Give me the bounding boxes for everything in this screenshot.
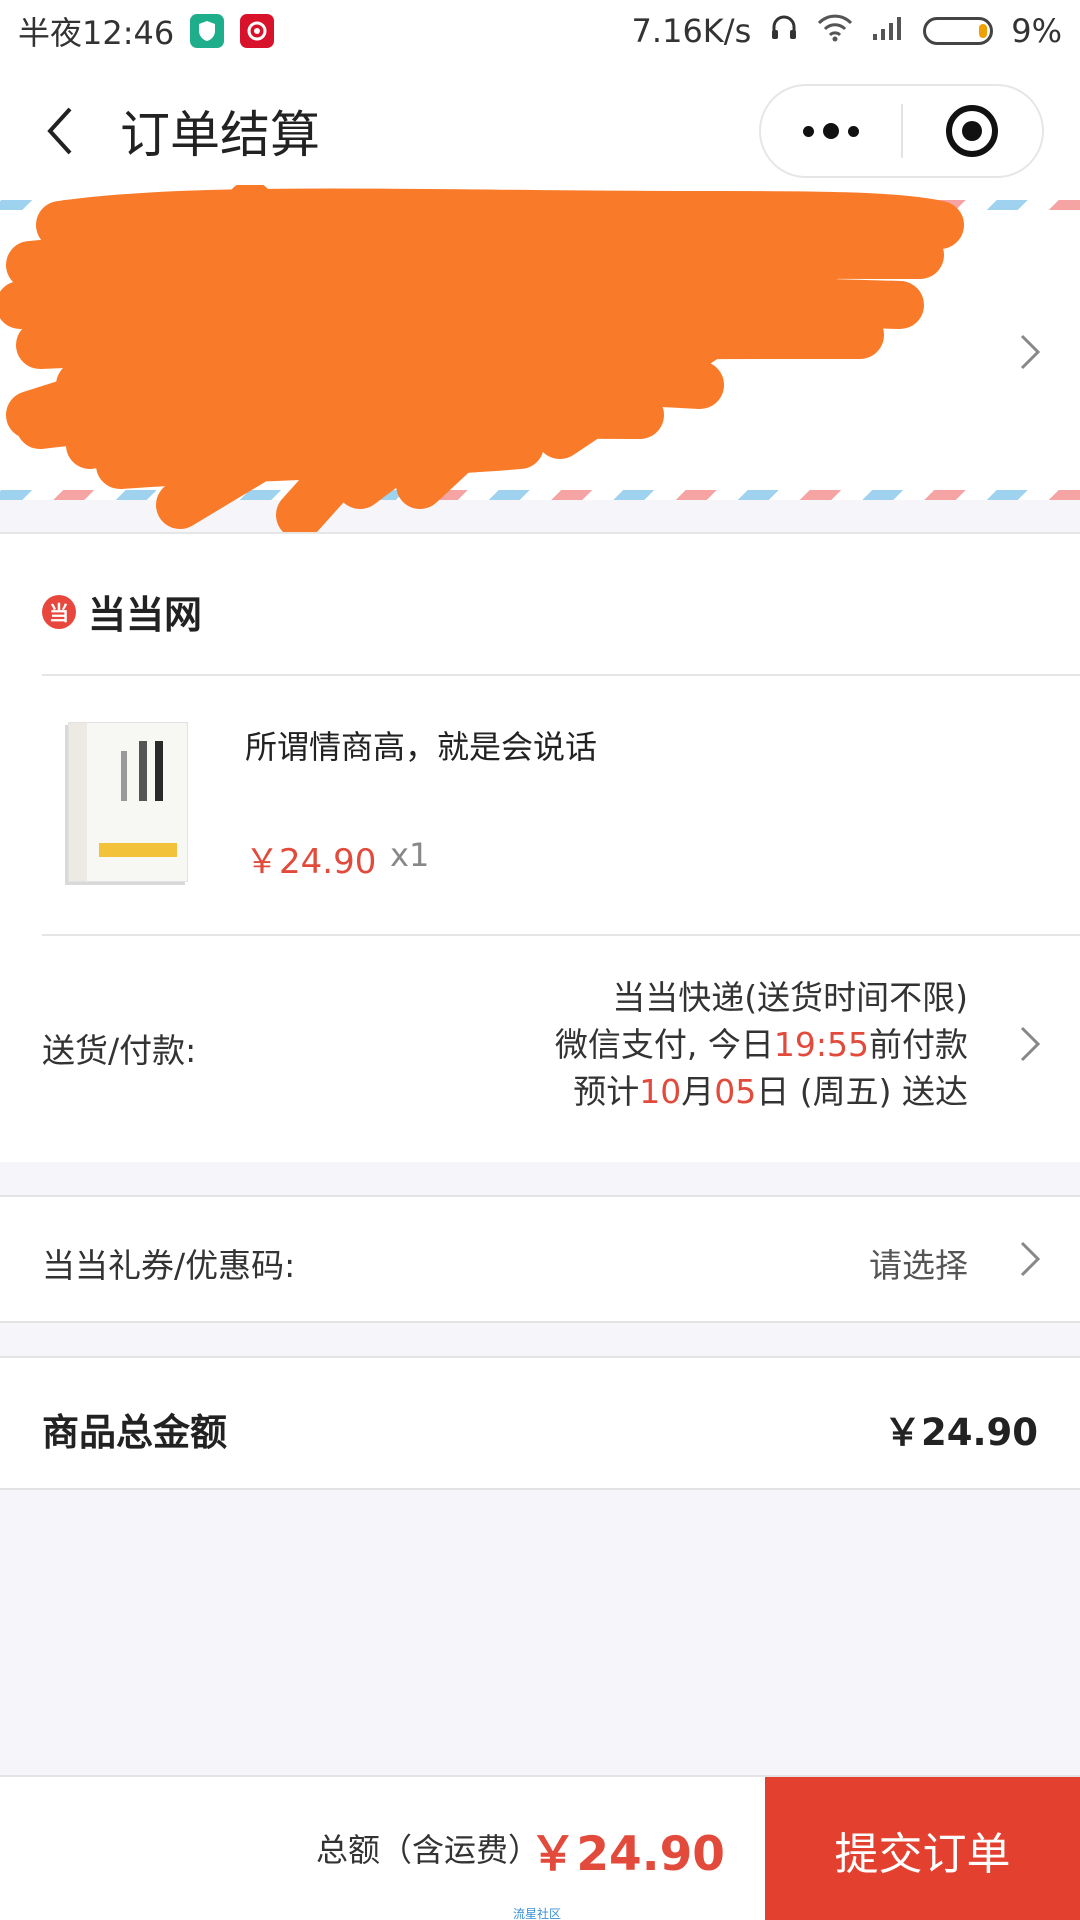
network-speed: 7.16K/s [631, 12, 752, 50]
product-title[interactable]: 所谓情商高，就是会说话 [245, 722, 597, 768]
close-miniprogram-button[interactable] [903, 86, 1043, 176]
checkout-bar: 总额（含运费） ￥24.90 提交订单 [0, 1775, 1080, 1920]
netease-music-icon [240, 14, 275, 48]
product-image[interactable] [68, 722, 188, 882]
page-title: 订单结算 [120, 106, 320, 164]
battery-icon [923, 17, 994, 45]
redaction-scribble [0, 185, 964, 539]
divider [42, 674, 1080, 676]
delivery-details: 当当快递(送货时间不限) 微信支付, 今日19:55前付款 预计10月05日 (… [555, 974, 968, 1115]
delivery-method: 当当快递(送货时间不限) [612, 978, 968, 1017]
estimated-arrival: 预计10月05日 (周五) 送达 [573, 1072, 968, 1111]
battery-percent: 9% [1011, 12, 1062, 50]
close-miniprogram-icon [946, 105, 999, 157]
shield-app-icon [190, 14, 225, 48]
coupon-label: 当当礼券/优惠码: [42, 1246, 296, 1285]
more-icon [802, 123, 859, 139]
signal-icon [871, 12, 905, 50]
back-icon [47, 107, 72, 155]
store-name: 当当网 [88, 593, 203, 637]
chevron-right-icon [1020, 1241, 1041, 1277]
goods-total-label: 商品总金额 [42, 1411, 227, 1454]
payment-deadline: 微信支付, 今日19:55前付款 [554, 1025, 968, 1064]
delivery-label: 送货/付款: [42, 1031, 197, 1070]
status-bar: 半夜12:46 7.16K/s 9% [0, 0, 1080, 62]
store-card: 当 当当网 所谓情商高，就是会说话 ￥24.90 x1 送货/付款: 当当快递(… [0, 532, 1080, 1162]
total-with-shipping-value: ￥24.90 [529, 1827, 725, 1882]
goods-total-value: ￥24.90 [883, 1411, 1038, 1454]
watermark: 流星社区 [513, 1907, 562, 1920]
total-with-shipping-label: 总额（含运费） [315, 1831, 540, 1869]
coupon-row[interactable]: 当当礼券/优惠码: 请选择 [0, 1195, 1080, 1323]
chevron-right-icon [1020, 1026, 1041, 1062]
wifi-icon [817, 12, 853, 50]
status-time: 半夜12:46 [18, 14, 175, 52]
chevron-right-icon [1020, 334, 1041, 370]
miniprogram-capsule [759, 84, 1044, 178]
dangdang-logo-icon: 当 [42, 594, 76, 629]
divider [42, 934, 1080, 936]
nav-bar: 订单结算 [0, 62, 1080, 200]
product-price: ￥24.90 [245, 842, 377, 882]
coupon-select[interactable]: 请选择 [869, 1239, 968, 1287]
headphones-icon [769, 12, 799, 50]
goods-total-row: 商品总金额 ￥24.90 [0, 1356, 1080, 1490]
product-quantity: x1 [390, 836, 430, 874]
back-button[interactable] [0, 62, 120, 200]
submit-order-button[interactable]: 提交订单 [765, 1777, 1080, 1920]
more-button[interactable] [761, 86, 901, 176]
